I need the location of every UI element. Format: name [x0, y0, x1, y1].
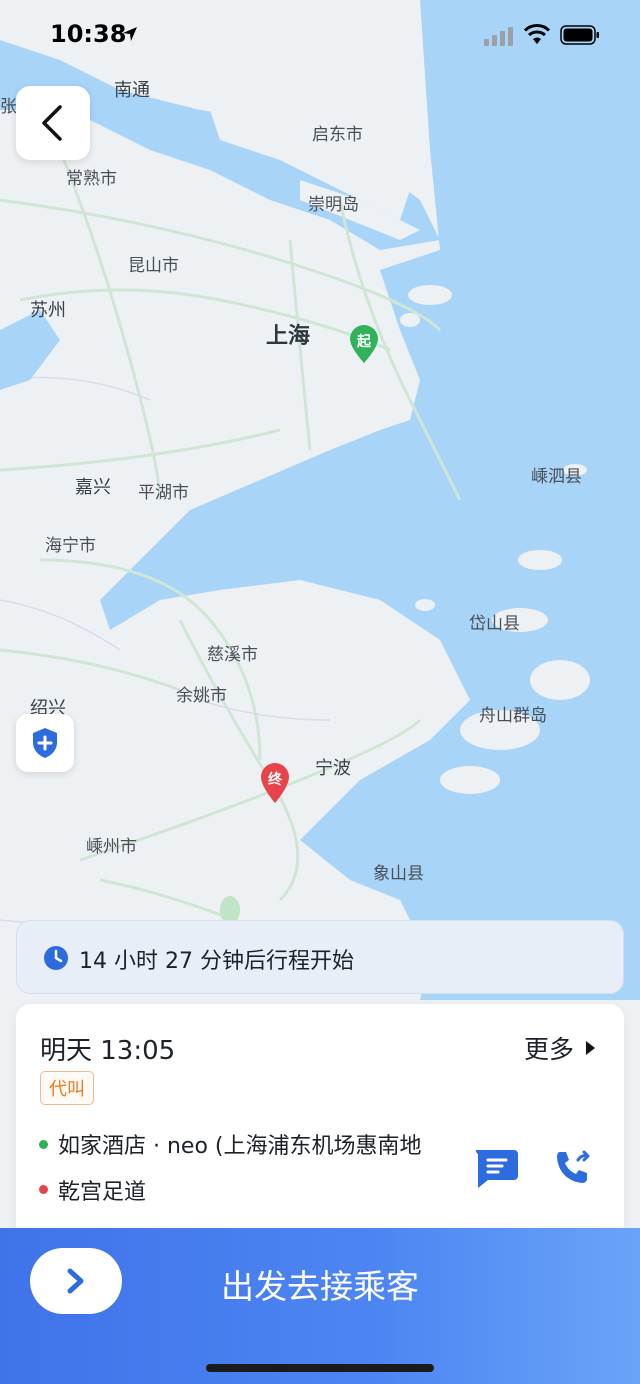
order-time: 明天 13:05 — [40, 1036, 176, 1066]
map-label-cixi: 慈溪市 — [207, 645, 258, 665]
order-tag: 代叫 — [40, 1071, 94, 1105]
location-arrow-icon — [123, 27, 137, 41]
phone-call-icon[interactable] — [550, 1146, 594, 1190]
pickup-address: 如家酒店 · neo (上海浦东机场惠南地 — [58, 1134, 422, 1159]
map-label-haining: 海宁市 — [45, 536, 96, 556]
map-label-shengsi: 嵊泗县 — [531, 467, 582, 487]
end-pin-label: 终 — [268, 772, 282, 788]
status-time: 10:38 — [50, 20, 127, 48]
dropoff-dot — [39, 1185, 48, 1194]
pickup-dot — [39, 1140, 48, 1149]
trip-countdown-text: 14 小时 27 分钟后行程开始 — [79, 949, 354, 974]
map-label-pinghu: 平湖市 — [138, 483, 189, 503]
start-pickup-label: 出发去接乘客 — [221, 1267, 419, 1306]
map-label-suzhou: 苏州 — [30, 300, 66, 321]
clock-icon — [44, 946, 68, 970]
map-label-yuyao: 余姚市 — [176, 686, 227, 706]
battery-icon — [560, 25, 599, 45]
chevron-left-icon — [42, 105, 62, 141]
end-pin[interactable]: 终 — [259, 762, 291, 808]
home-indicator — [206, 1364, 434, 1372]
map-label-kunshan: 昆山市 — [128, 256, 179, 276]
caret-right-icon — [586, 1041, 595, 1055]
start-pin[interactable]: 起 — [348, 324, 380, 368]
map-label-nantong: 南通 — [114, 80, 150, 101]
map-label-zhoushan: 舟山群岛 — [479, 706, 547, 726]
shield-icon — [33, 728, 57, 758]
start-pin-label: 起 — [357, 334, 371, 350]
map-label-zhang: 张 — [0, 97, 17, 117]
more-button[interactable]: 更多 — [524, 1030, 574, 1066]
order-card[interactable]: 明天 13:05 更多 代叫 如家酒店 · neo (上海浦东机场惠南地 乾宫足… — [16, 1004, 624, 1264]
trip-countdown-banner: 14 小时 27 分钟后行程开始 — [16, 920, 624, 994]
wifi-icon — [524, 24, 550, 44]
map-label-xiangshan: 象山县 — [373, 864, 424, 884]
start-pickup-bar[interactable]: 出发去接乘客 — [0, 1228, 640, 1384]
dropoff-address: 乾宫足道 — [58, 1180, 147, 1205]
map-label-shanghai: 上海 — [266, 324, 311, 349]
map-label-chongming: 崇明岛 — [308, 195, 359, 215]
map-label-daishan: 岱山县 — [469, 614, 520, 634]
status-bar: 10:38 — [0, 0, 640, 70]
map-label-shengzhou: 嵊州市 — [86, 837, 137, 857]
cellular-signal-icon — [484, 27, 513, 46]
safety-button[interactable] — [16, 714, 74, 772]
map-label-jiaxing: 嘉兴 — [75, 477, 111, 498]
back-button[interactable] — [16, 86, 90, 160]
map-label-qidong: 启东市 — [312, 125, 363, 145]
message-icon[interactable] — [472, 1146, 520, 1190]
map-label-changshu: 常熟市 — [66, 169, 117, 189]
map-label-ningbo: 宁波 — [315, 758, 351, 779]
